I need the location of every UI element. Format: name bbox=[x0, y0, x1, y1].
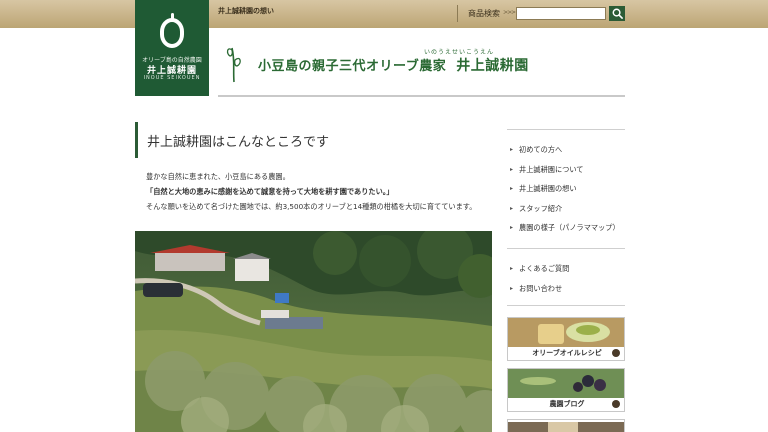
recipe-banner[interactable]: オリーブオイルレシピ bbox=[507, 317, 625, 361]
sidebar-item-first-time[interactable]: 初めての方へ bbox=[507, 140, 625, 160]
sidebar-item-philosophy[interactable]: 井上誠耕園の想い bbox=[507, 179, 625, 199]
sidebar-divider bbox=[507, 129, 625, 130]
site-tagline: 小豆島の親子三代オリーブ農家 bbox=[258, 59, 447, 74]
sidebar-item-contact[interactable]: お問い合わせ bbox=[507, 279, 625, 299]
search-label: 商品検索 bbox=[468, 9, 500, 18]
olive-logo-icon bbox=[160, 13, 184, 48]
sidebar-item-staff[interactable]: スタッフ紹介 bbox=[507, 199, 625, 219]
search-button[interactable] bbox=[609, 6, 625, 21]
blog-banner-label: 農園ブログ bbox=[508, 398, 624, 411]
logo-romaji: INOUE SEIKOUEN bbox=[143, 75, 201, 81]
sidebar-nav: 初めての方へ 井上誠耕園について 井上誠耕園の想い スタッフ紹介 農園の様子（パ… bbox=[507, 129, 625, 298]
sidebar-item-panorama[interactable]: 農園の様子（パノラママップ） bbox=[507, 218, 625, 238]
recipe-banner-label: オリーブオイルレシピ bbox=[508, 347, 624, 360]
intro-motto: 「自然と大地の恵みに感謝を込めて誠意を持って大地を耕す園でありたい。」 bbox=[146, 187, 394, 196]
tagline-link[interactable]: 井上誠耕園の想い bbox=[218, 6, 274, 16]
search-arrows: >>> bbox=[503, 9, 516, 16]
divider bbox=[457, 5, 458, 22]
intro-text: 豊かな自然に恵まれた、小豆島にある農園。 「自然と大地の恵みに感謝を込めて誠意を… bbox=[146, 169, 494, 214]
intro-line: 豊かな自然に恵まれた、小豆島にある農園。 bbox=[146, 172, 290, 181]
page-title: 井上誠耕園はこんなところです bbox=[135, 122, 492, 158]
next-banner-image bbox=[508, 422, 624, 432]
blog-banner[interactable]: 農園ブログ bbox=[507, 368, 625, 412]
search-input[interactable] bbox=[516, 7, 606, 20]
site-heading: 小豆島の親子三代オリーブ農家 井上誠耕園 bbox=[258, 55, 529, 75]
arrow-circle-icon bbox=[612, 349, 620, 357]
sprout-icon bbox=[226, 47, 241, 83]
farm-name: 井上誠耕園 bbox=[456, 58, 529, 74]
sidebar-item-about[interactable]: 井上誠耕園について bbox=[507, 160, 625, 180]
next-banner[interactable] bbox=[507, 419, 625, 432]
sidebar-divider bbox=[507, 247, 625, 249]
farm-photo bbox=[135, 231, 492, 432]
sidebar-item-faq[interactable]: よくあるご質問 bbox=[507, 259, 625, 279]
search-icon bbox=[612, 8, 623, 19]
site-logo[interactable]: オリーブ島の自然農園 井上誠耕園 INOUE SEIKOUEN bbox=[135, 0, 209, 96]
intro-line: そんな願いを込めて名づけた園地では、約3,500本のオリーブと14種類の柑橘を大… bbox=[146, 202, 477, 211]
top-bar: 井上誠耕園の想い 商品検索 >>> bbox=[0, 0, 768, 28]
header-divider bbox=[218, 95, 625, 97]
sidebar-divider bbox=[507, 305, 625, 306]
arrow-circle-icon bbox=[612, 400, 620, 408]
